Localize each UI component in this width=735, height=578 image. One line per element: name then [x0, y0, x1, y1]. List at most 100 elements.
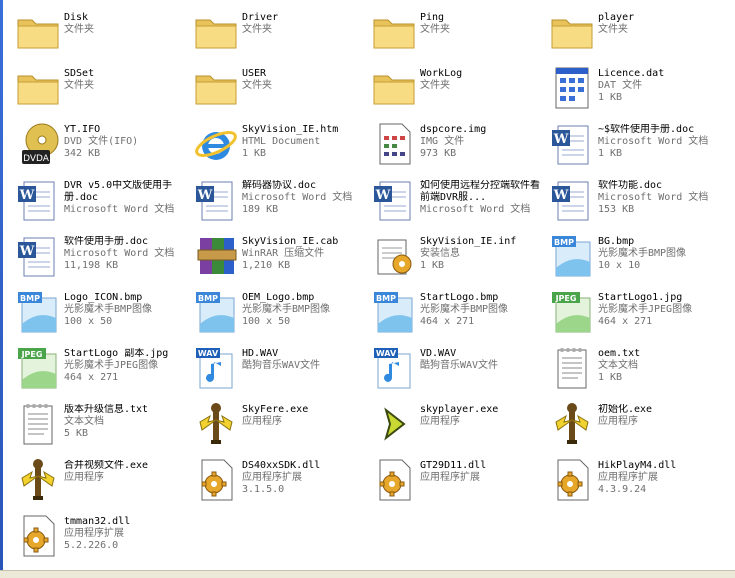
file-type: 光影魔术手JPEG图像: [64, 360, 159, 371]
file-details: StartLogo 副本.jpg 光影魔术手JPEG图像 464 x 271: [64, 348, 190, 384]
file-name: 初始化.exe: [598, 404, 653, 415]
setup-info-icon: [370, 232, 418, 280]
file-type: Microsoft Word 文档: [598, 136, 709, 147]
file-item[interactable]: dspcore.img IMG 文件 973 KB: [370, 120, 546, 172]
folder-icon: [370, 64, 418, 112]
file-item[interactable]: 版本升级信息.txt 文本文档 5 KB: [14, 400, 190, 452]
file-item[interactable]: JPEG StartLogo1.jpg 光影魔术手JPEG图像 464 x 271: [548, 288, 724, 340]
svg-text:BMP: BMP: [20, 294, 40, 303]
file-item[interactable]: DVDA YT.IFO DVD 文件(IFO) 342 KB: [14, 120, 190, 172]
svg-text:DVDA: DVDA: [23, 154, 50, 164]
file-type: 文本文档: [64, 416, 104, 427]
file-type: 文件夹: [420, 24, 450, 35]
file-name: 解码器协议.doc: [242, 180, 317, 191]
dll-gear-icon: [192, 456, 240, 504]
file-list-view[interactable]: Disk 文件夹 Driver 文件夹 Ping 文件夹 player 文件夹 SDSet 文件夹…: [0, 0, 735, 570]
file-name: OEM_Logo.bmp: [242, 292, 315, 303]
file-type: DVD 文件(IFO): [64, 136, 139, 147]
file-name: StartLogo1.jpg: [598, 292, 683, 303]
file-item[interactable]: BMP StartLogo.bmp 光影魔术手BMP图像 464 x 271: [370, 288, 546, 340]
word-doc-icon: W: [14, 232, 62, 280]
dll-gear-icon: [548, 456, 596, 504]
file-item[interactable]: Licence.dat DAT 文件 1 KB: [548, 64, 724, 116]
file-details: VD.WAV 酷狗音乐WAV文件: [420, 348, 546, 372]
svg-text:W: W: [19, 244, 35, 259]
file-details: HD.WAV 酷狗音乐WAV文件: [242, 348, 368, 372]
file-name: 软件功能.doc: [598, 180, 663, 191]
file-item[interactable]: skyplayer.exe 应用程序: [370, 400, 546, 452]
file-name: HikPlayM4.dll: [598, 460, 677, 471]
file-item[interactable]: tmman32.dll 应用程序扩展 5.2.226.0: [14, 512, 190, 564]
winrar-icon: [192, 232, 240, 280]
file-type: 应用程序: [598, 416, 638, 427]
file-type: HTML Document: [242, 136, 321, 147]
file-details: SkyFere.exe 应用程序: [242, 404, 368, 428]
file-item[interactable]: player 文件夹: [548, 8, 724, 60]
file-name: HD.WAV: [242, 348, 279, 359]
file-details: player 文件夹: [598, 12, 724, 36]
file-item[interactable]: Disk 文件夹: [14, 8, 190, 60]
file-details: SDSet 文件夹: [64, 68, 190, 92]
svg-text:BMP: BMP: [554, 238, 574, 247]
file-details: 解码器协议.doc Microsoft Word 文档 189 KB: [242, 180, 368, 216]
wav-icon: WAV: [192, 344, 240, 392]
file-type: 应用程序: [64, 472, 104, 483]
text-file-icon: [14, 400, 62, 448]
file-item[interactable]: Ping 文件夹: [370, 8, 546, 60]
file-type: 文本文档: [598, 360, 638, 371]
file-item[interactable]: BMP OEM_Logo.bmp 光影魔术手BMP图像 100 x 50: [192, 288, 368, 340]
file-details: SkyVision_IE.htm HTML Document 1 KB: [242, 124, 368, 160]
file-type: 光影魔术手JPEG图像: [598, 304, 693, 315]
file-size: 5.2.226.0: [64, 540, 119, 551]
file-item[interactable]: W ~$软件使用手册.doc Microsoft Word 文档 1 KB: [548, 120, 724, 172]
file-item[interactable]: BMP BG.bmp 光影魔术手BMP图像 10 x 10: [548, 232, 724, 284]
file-size: 3.1.5.0: [242, 484, 285, 495]
file-item[interactable]: WorkLog 文件夹: [370, 64, 546, 116]
file-item[interactable]: DS40xxSDK.dll 应用程序扩展 3.1.5.0: [192, 456, 368, 508]
folder-icon: [370, 8, 418, 56]
file-size: 5 KB: [64, 428, 89, 439]
file-size: 189 KB: [242, 204, 279, 215]
file-item[interactable]: SDSet 文件夹: [14, 64, 190, 116]
file-item[interactable]: SkyVision_IE.inf 安装信息 1 KB: [370, 232, 546, 284]
file-size: 1 KB: [598, 92, 623, 103]
file-item[interactable]: BMP Logo_ICON.bmp 光影魔术手BMP图像 100 x 50: [14, 288, 190, 340]
file-item[interactable]: W 解码器协议.doc Microsoft Word 文档 189 KB: [192, 176, 368, 228]
file-item[interactable]: W 软件使用手册.doc Microsoft Word 文档 11,198 KB: [14, 232, 190, 284]
file-item[interactable]: WAV HD.WAV 酷狗音乐WAV文件: [192, 344, 368, 396]
file-name: SDSet: [64, 68, 95, 79]
file-item[interactable]: WAV VD.WAV 酷狗音乐WAV文件: [370, 344, 546, 396]
play-arrow-icon: [370, 400, 418, 448]
file-item[interactable]: SkyVision_IE.htm HTML Document 1 KB: [192, 120, 368, 172]
file-item[interactable]: SkyVision_IE.cab WinRAR 压缩文件 1,210 KB: [192, 232, 368, 284]
file-item[interactable]: 初始化.exe 应用程序: [548, 400, 724, 452]
file-details: SkyVision_IE.inf 安装信息 1 KB: [420, 236, 546, 272]
folder-icon: [14, 64, 62, 112]
file-item[interactable]: JPEG StartLogo 副本.jpg 光影魔术手JPEG图像 464 x 271: [14, 344, 190, 396]
file-name: skyplayer.exe: [420, 404, 499, 415]
file-item[interactable]: W DVR v5.0中文版使用手册.doc Microsoft Word 文档: [14, 176, 190, 228]
file-item[interactable]: GT29D11.dll 应用程序扩展: [370, 456, 546, 508]
file-details: 如何使用远程分控端软件看前端DVR服... Microsoft Word 文档: [420, 180, 546, 216]
file-item[interactable]: 合并视频文件.exe 应用程序: [14, 456, 190, 508]
file-item[interactable]: W 如何使用远程分控端软件看前端DVR服... Microsoft Word 文档: [370, 176, 546, 228]
file-type: 文件夹: [598, 24, 628, 35]
file-size: 100 x 50: [64, 316, 113, 327]
file-item[interactable]: oem.txt 文本文档 1 KB: [548, 344, 724, 396]
file-item[interactable]: HikPlayM4.dll 应用程序扩展 4.3.9.24: [548, 456, 724, 508]
tower-app-icon: [548, 400, 596, 448]
file-details: Licence.dat DAT 文件 1 KB: [598, 68, 724, 104]
file-size: 153 KB: [598, 204, 635, 215]
file-details: 合并视频文件.exe 应用程序: [64, 460, 190, 484]
file-size: 1,210 KB: [242, 260, 291, 271]
file-item[interactable]: W 软件功能.doc Microsoft Word 文档 153 KB: [548, 176, 724, 228]
file-name: Licence.dat: [598, 68, 665, 79]
file-name: USER: [242, 68, 267, 79]
file-item[interactable]: USER 文件夹: [192, 64, 368, 116]
file-name: DVR v5.0中文版使用手册.doc: [64, 180, 173, 203]
file-name: oem.txt: [598, 348, 641, 359]
ie-icon: [192, 120, 240, 168]
file-item[interactable]: Driver 文件夹: [192, 8, 368, 60]
file-item[interactable]: SkyFere.exe 应用程序: [192, 400, 368, 452]
file-type: 光影魔术手BMP图像: [64, 304, 153, 315]
